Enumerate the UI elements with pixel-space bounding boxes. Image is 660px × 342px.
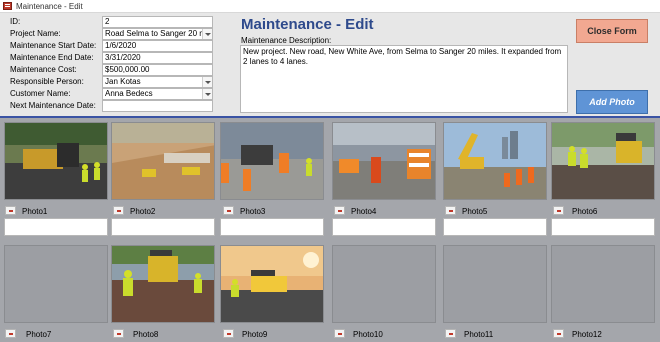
project-name-combo[interactable]: Road Selma to Sanger 20 miles: [102, 28, 213, 40]
delete-photo-3-button[interactable]: [223, 206, 234, 215]
photo-5-image[interactable]: [443, 122, 547, 200]
photo-2-caption-field[interactable]: [111, 218, 215, 236]
delete-photo-2-button[interactable]: [113, 206, 124, 215]
cost-field[interactable]: $500,000.00: [102, 64, 213, 76]
photo-4-caption-field[interactable]: [332, 218, 436, 236]
header-divider: [0, 116, 660, 118]
description-label: Maintenance Description:: [241, 36, 332, 45]
delete-photo-10-button[interactable]: [334, 329, 345, 338]
photo-11-image[interactable]: [443, 245, 547, 323]
photo-5-caption-field[interactable]: [443, 218, 547, 236]
photo-9-label: Photo9: [242, 330, 268, 339]
delete-photo-4-button[interactable]: [334, 206, 345, 215]
chevron-down-icon[interactable]: [202, 77, 212, 87]
delete-photo-12-button[interactable]: [553, 329, 564, 338]
field-row-project: Project Name: Road Selma to Sanger 20 mi…: [10, 28, 215, 40]
start-date-label: Maintenance Start Date:: [10, 41, 97, 50]
next-date-label: Next Maintenance Date:: [10, 101, 96, 110]
cost-label: Maintenance Cost:: [10, 65, 77, 74]
photo-6-image[interactable]: [551, 122, 655, 200]
photo-3-caption-field[interactable]: [220, 218, 324, 236]
photo-1-image[interactable]: [4, 122, 108, 200]
photo-6-caption-field[interactable]: [551, 218, 655, 236]
photo-12-image[interactable]: [551, 245, 655, 323]
chevron-down-icon[interactable]: [202, 89, 212, 99]
responsible-value: Jan Kotas: [105, 77, 141, 86]
delete-photo-11-button[interactable]: [445, 329, 456, 338]
delete-photo-7-button[interactable]: [5, 329, 16, 338]
photo-9-image[interactable]: [220, 245, 324, 323]
chevron-down-icon[interactable]: [202, 29, 212, 39]
photo-1-label: Photo1: [22, 207, 48, 216]
field-row-id: ID: 2: [10, 16, 215, 28]
delete-photo-6-button[interactable]: [553, 206, 564, 215]
photo-10-image[interactable]: [332, 245, 436, 323]
project-name-value: Road Selma to Sanger 20 miles: [105, 29, 213, 38]
id-field[interactable]: 2: [102, 16, 213, 28]
field-row-end-date: Maintenance End Date: 3/31/2020: [10, 52, 215, 64]
next-date-field[interactable]: [102, 100, 213, 112]
responsible-label: Responsible Person:: [10, 77, 84, 86]
close-form-button[interactable]: Close Form: [576, 19, 648, 43]
photo-4-label: Photo4: [351, 207, 377, 216]
window-title: Maintenance - Edit: [16, 1, 83, 11]
field-row-cost: Maintenance Cost: $500,000.00: [10, 64, 215, 76]
field-row-next-date: Next Maintenance Date:: [10, 100, 215, 112]
photo-7-label: Photo7: [26, 330, 52, 339]
delete-photo-1-button[interactable]: [5, 206, 16, 215]
end-date-label: Maintenance End Date:: [10, 53, 94, 62]
photo-5-label: Photo5: [462, 207, 488, 216]
photo-8-label: Photo8: [133, 330, 159, 339]
photo-7-image[interactable]: [4, 245, 108, 323]
form-title: Maintenance - Edit: [241, 16, 374, 33]
add-photo-button[interactable]: Add Photo: [576, 90, 648, 114]
field-row-start-date: Maintenance Start Date: 1/6/2020: [10, 40, 215, 52]
maintenance-form: ID: 2 Project Name: Road Selma to Sanger…: [0, 13, 660, 342]
photo-1-caption-field[interactable]: [4, 218, 108, 236]
photo-3-image[interactable]: [220, 122, 324, 200]
description-field[interactable]: New project. New road, New White Ave, fr…: [240, 45, 568, 113]
project-name-label: Project Name:: [10, 29, 61, 38]
field-row-customer: Customer Name: Anna Bedecs: [10, 88, 215, 100]
photo-6-label: Photo6: [572, 207, 598, 216]
start-date-field[interactable]: 1/6/2020: [102, 40, 213, 52]
photo-2-label: Photo2: [130, 207, 156, 216]
photo-10-label: Photo10: [353, 330, 383, 339]
photo-8-image[interactable]: [111, 245, 215, 323]
customer-value: Anna Bedecs: [105, 89, 153, 98]
access-form-icon: [3, 2, 12, 10]
customer-label: Customer Name:: [10, 89, 71, 98]
delete-photo-5-button[interactable]: [445, 206, 456, 215]
id-label: ID:: [10, 17, 21, 26]
photo-12-label: Photo12: [572, 330, 602, 339]
form-header: ID: 2 Project Name: Road Selma to Sanger…: [0, 13, 660, 116]
field-row-responsible: Responsible Person: Jan Kotas: [10, 76, 215, 88]
delete-photo-8-button[interactable]: [113, 329, 124, 338]
photo-11-label: Photo11: [464, 330, 494, 339]
window-titlebar: Maintenance - Edit: [0, 0, 660, 13]
responsible-combo[interactable]: Jan Kotas: [102, 76, 213, 88]
photo-2-image[interactable]: [111, 122, 215, 200]
customer-combo[interactable]: Anna Bedecs: [102, 88, 213, 100]
end-date-field[interactable]: 3/31/2020: [102, 52, 213, 64]
delete-photo-9-button[interactable]: [223, 329, 234, 338]
photo-4-image[interactable]: [332, 122, 436, 200]
photo-3-label: Photo3: [240, 207, 266, 216]
